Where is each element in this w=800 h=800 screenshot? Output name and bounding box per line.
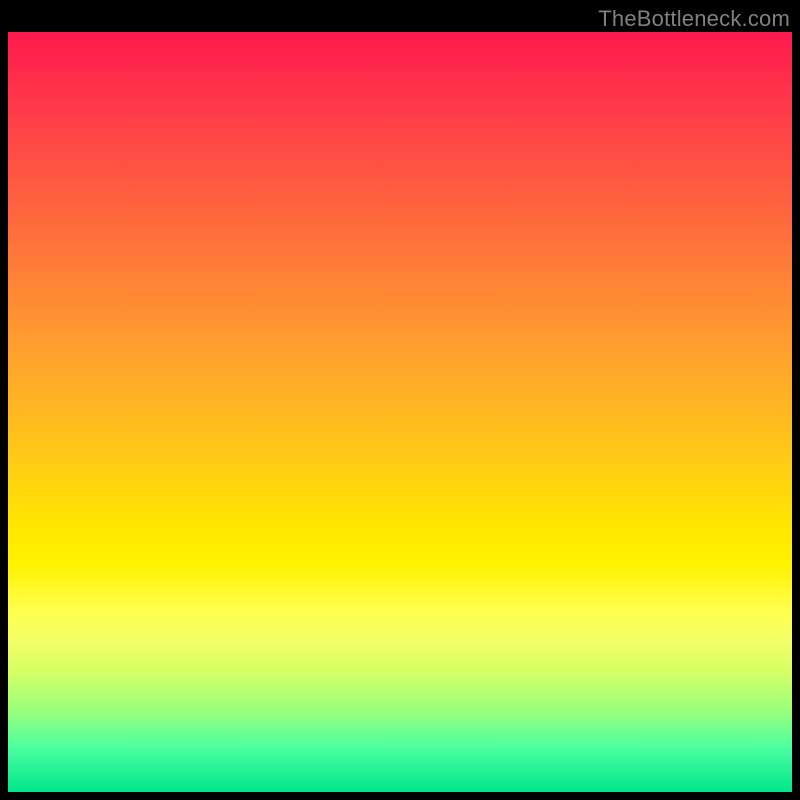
- watermark-text: TheBottleneck.com: [598, 6, 790, 32]
- plot-gradient-background: [8, 32, 792, 792]
- plot-outer: [8, 32, 792, 792]
- chart-frame: TheBottleneck.com: [0, 0, 800, 800]
